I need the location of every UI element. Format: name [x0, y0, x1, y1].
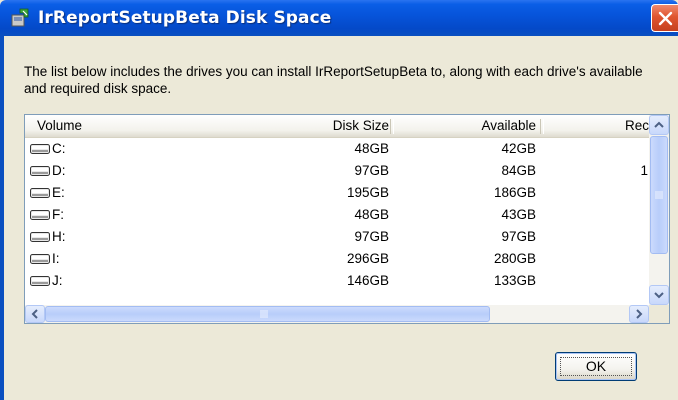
column-header-volume[interactable]: Volume	[37, 115, 237, 137]
hard-drive-icon	[30, 166, 50, 176]
cell-available: 133GB	[493, 273, 536, 288]
scroll-up-button[interactable]	[649, 115, 669, 135]
cell-required	[545, 248, 648, 270]
horizontal-scrollbar[interactable]	[25, 305, 649, 323]
column-header-available[interactable]: Available	[395, 115, 536, 137]
setup-box-icon	[11, 8, 29, 27]
ok-button-label: OK	[585, 358, 607, 374]
title-bar[interactable]: IrReportSetupBeta Disk Space	[0, 0, 678, 36]
list-header: Volume Disk Size Available Rec	[25, 115, 649, 138]
scroll-right-button[interactable]	[629, 305, 649, 323]
cell-disk-size: 195GB	[346, 185, 389, 200]
hard-drive-icon	[30, 254, 50, 264]
column-header-required[interactable]: Rec	[545, 115, 649, 137]
cell-required: 1	[640, 163, 648, 178]
vertical-scroll-thumb[interactable]	[650, 136, 668, 254]
ok-button[interactable]: OK	[555, 352, 637, 381]
cell-available: 42GB	[501, 141, 536, 156]
description-text: The list below includes the drives you c…	[24, 64, 643, 96]
cell-volume: H:	[52, 229, 66, 244]
cell-disk-size: 48GB	[354, 207, 389, 222]
close-icon	[658, 11, 673, 26]
table-row[interactable]: F: 48GB 43GB	[25, 204, 649, 226]
disk-space-dialog: IrReportSetupBeta Disk Space The list be…	[0, 0, 678, 400]
column-separator[interactable]	[390, 119, 394, 134]
table-row[interactable]: I: 296GB 280GB	[25, 248, 649, 270]
table-row[interactable]: D: 97GB 84GB 1	[25, 160, 649, 182]
chevron-up-icon	[654, 121, 664, 128]
chevron-right-icon	[636, 309, 643, 319]
close-button[interactable]	[651, 4, 678, 32]
scroll-down-button[interactable]	[649, 285, 669, 305]
window-title: IrReportSetupBeta Disk Space	[38, 8, 332, 28]
cell-volume: E:	[52, 185, 65, 200]
table-row[interactable]: C: 48GB 42GB	[25, 138, 649, 160]
cell-disk-size: 97GB	[354, 229, 389, 244]
hard-drive-icon	[30, 188, 50, 198]
cell-volume: I:	[52, 251, 60, 266]
cell-available: 43GB	[501, 207, 536, 222]
cell-required	[545, 182, 648, 204]
scroll-left-button[interactable]	[25, 305, 45, 323]
horizontal-scroll-thumb[interactable]	[45, 306, 490, 322]
column-separator[interactable]	[540, 119, 544, 134]
table-row[interactable]: E: 195GB 186GB	[25, 182, 649, 204]
table-row[interactable]: J: 146GB 133GB	[25, 270, 649, 292]
cell-disk-size: 48GB	[354, 141, 389, 156]
cell-required	[545, 226, 648, 248]
cell-volume: C:	[52, 141, 66, 156]
table-row[interactable]: H: 97GB 97GB	[25, 226, 649, 248]
cell-available: 186GB	[493, 185, 536, 200]
scrollbar-corner	[649, 305, 669, 323]
window-frame-left	[0, 36, 4, 400]
vertical-scrollbar[interactable]	[649, 115, 669, 305]
grip-icon	[655, 191, 663, 199]
cell-disk-size: 97GB	[354, 163, 389, 178]
hard-drive-icon	[30, 210, 50, 220]
cell-required	[545, 138, 648, 160]
cell-available: 97GB	[501, 229, 536, 244]
cell-required	[545, 204, 648, 226]
hard-drive-icon	[30, 232, 50, 242]
column-header-disk-size[interactable]: Disk Size	[239, 115, 389, 137]
hard-drive-icon	[30, 276, 50, 286]
cell-available: 84GB	[501, 163, 536, 178]
drive-list[interactable]: Volume Disk Size Available Rec C: 48GB 42G…	[24, 114, 670, 324]
cell-required	[545, 270, 648, 292]
cell-volume: J:	[52, 273, 63, 288]
cell-disk-size: 296GB	[346, 251, 389, 266]
cell-disk-size: 146GB	[346, 273, 389, 288]
grip-icon	[260, 310, 268, 318]
chevron-down-icon	[654, 292, 664, 299]
cell-volume: F:	[52, 207, 64, 222]
cell-volume: D:	[52, 163, 66, 178]
cell-available: 280GB	[493, 251, 536, 266]
chevron-left-icon	[31, 309, 38, 319]
hard-drive-icon	[30, 144, 50, 154]
